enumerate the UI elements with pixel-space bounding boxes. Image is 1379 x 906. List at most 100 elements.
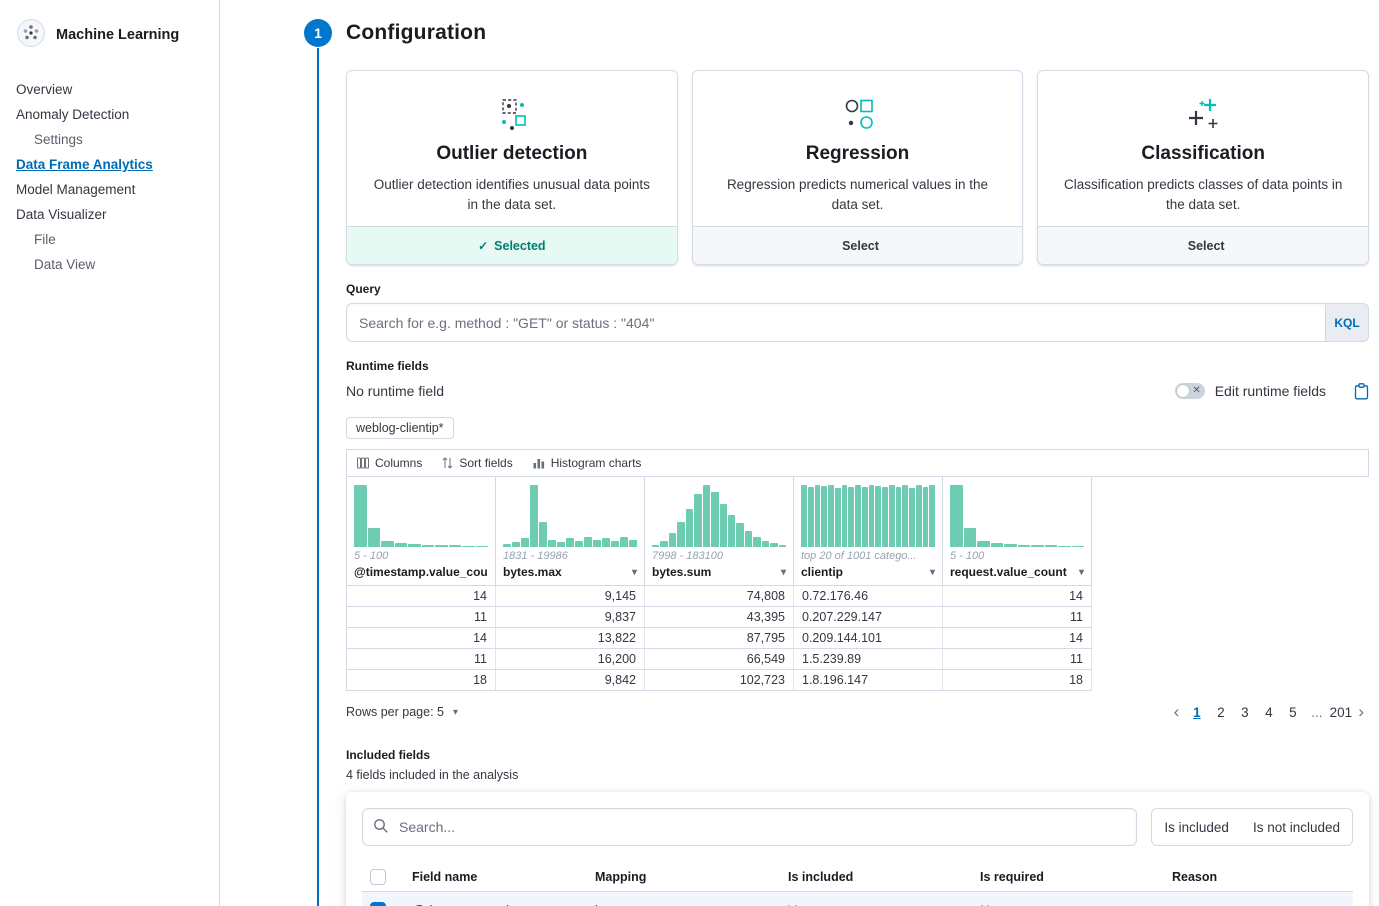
edit-runtime-fields-toggle[interactable]: ✕	[1175, 383, 1205, 399]
toggle-off-x-icon: ✕	[1192, 384, 1200, 398]
sidebar-item-overview[interactable]: Overview	[0, 77, 219, 102]
sidebar-item-model-management[interactable]: Model Management	[0, 177, 219, 202]
classification-card[interactable]: Classification Classification predicts c…	[1037, 70, 1369, 265]
card-select-button[interactable]: ✓Selected	[347, 226, 677, 264]
grid-cell: 1.8.196.147	[794, 670, 943, 690]
column-name-button[interactable]: @timestamp.value_cou▾	[354, 562, 488, 585]
sort-fields-button[interactable]: Sort fields	[442, 456, 512, 470]
kql-button[interactable]: KQL	[1325, 303, 1369, 342]
pagination-page-4[interactable]: 4	[1257, 700, 1280, 724]
chevron-down-icon: ▾	[930, 567, 935, 578]
grid-cell: 11	[347, 607, 496, 627]
grid-cell: 18	[943, 670, 1092, 690]
histogram-charts-button[interactable]: Histogram charts	[533, 456, 642, 470]
grid-cell: 43,395	[645, 607, 794, 627]
index-pattern-badge: weblog-clientip*	[346, 417, 454, 439]
outlier-detection-icon	[492, 95, 532, 135]
sort-icon	[442, 457, 453, 469]
page-title: Configuration	[346, 21, 1369, 45]
reason-header: Reason	[1172, 870, 1353, 884]
machine-learning-logo-icon	[16, 18, 46, 51]
column-name-button[interactable]: bytes.sum▾	[652, 562, 786, 585]
grid-cell: 16,200	[496, 649, 645, 669]
column-histogram	[652, 483, 786, 547]
pagination-page-3[interactable]: 3	[1233, 700, 1256, 724]
pagination-page-1[interactable]: 1	[1185, 700, 1208, 724]
search-icon	[373, 818, 389, 837]
grid-cell: 87,795	[645, 628, 794, 648]
grid-cell: 11	[347, 649, 496, 669]
column-name-button[interactable]: clientip▾	[801, 562, 935, 585]
select-all-checkbox[interactable]	[370, 869, 386, 885]
row-checkbox[interactable]	[370, 902, 386, 906]
grid-toolbar: Columns Sort fields Histogram charts	[346, 449, 1369, 477]
column-histogram	[354, 483, 488, 547]
sidebar-nav: OverviewAnomaly DetectionSettingsData Fr…	[0, 77, 219, 277]
sidebar-item-data-visualizer[interactable]: Data Visualizer	[0, 202, 219, 227]
app-title: Machine Learning	[56, 27, 179, 43]
grid-row: 189,842102,7231.8.196.14718	[347, 670, 1092, 691]
card-description: Regression predicts numerical values in …	[715, 175, 1001, 214]
edit-runtime-fields-label: Edit runtime fields	[1215, 383, 1326, 399]
grid-column-request-value-count: 5 - 100 request.value_count▾	[943, 477, 1092, 585]
grid-cell: 13,822	[496, 628, 645, 648]
pagination-next-button[interactable]: ›	[1353, 702, 1369, 722]
is-not-included-filter-button[interactable]: Is not included	[1241, 820, 1352, 835]
pagination-page-5[interactable]: 5	[1281, 700, 1304, 724]
grid-row: 149,14574,8080.72.176.4614	[347, 586, 1092, 607]
grid-cell: 14	[943, 628, 1092, 648]
clipboard-icon[interactable]	[1354, 383, 1369, 400]
step-number-badge: 1	[304, 19, 332, 47]
grid-cell: 14	[943, 586, 1092, 606]
columns-button[interactable]: Columns	[357, 456, 422, 470]
sidebar: Machine Learning OverviewAnomaly Detecti…	[0, 0, 220, 906]
mapping-cell: long	[595, 903, 788, 906]
runtime-fields-label: Runtime fields	[346, 359, 1369, 373]
card-title: Classification	[1060, 143, 1346, 165]
sidebar-item-data-frame-analytics[interactable]: Data Frame Analytics	[0, 152, 219, 177]
regression-icon	[715, 93, 1001, 137]
card-select-button[interactable]: Select	[693, 226, 1023, 264]
card-title: Outlier detection	[369, 143, 655, 165]
column-name-button[interactable]: request.value_count▾	[950, 562, 1084, 585]
column-histogram	[801, 483, 935, 547]
is-included-filter-button[interactable]: Is included	[1152, 820, 1241, 835]
grid-cell: 18	[347, 670, 496, 690]
pagination-page-201[interactable]: 201	[1329, 700, 1352, 724]
outlier-detection-card[interactable]: Outlier detection Outlier detection iden…	[346, 70, 678, 265]
grid-cell: 11	[943, 649, 1092, 669]
is-included-header: Is included	[788, 870, 980, 884]
analytics-type-cards: Outlier detection Outlier detection iden…	[346, 70, 1369, 265]
grid-cell: 0.72.176.46	[794, 586, 943, 606]
column-histogram	[950, 483, 1084, 547]
histogram-icon	[533, 457, 545, 469]
query-bar: KQL	[346, 303, 1369, 342]
card-select-button[interactable]: Select	[1038, 226, 1368, 264]
regression-card[interactable]: Regression Regression predicts numerical…	[692, 70, 1024, 265]
is-included-cell: Yes	[788, 903, 980, 906]
classification-icon	[1183, 95, 1223, 135]
grid-row: 119,83743,3950.207.229.14711	[347, 607, 1092, 628]
pagination-ellipsis: ...	[1305, 700, 1328, 724]
pagination-prev-button[interactable]: ‹	[1169, 702, 1185, 722]
included-fields-subtitle: 4 fields included in the analysis	[346, 768, 1369, 782]
field-row-timestamp-value-count: @timestamp.value_count long Yes No	[362, 892, 1353, 906]
grid-cell: 9,145	[496, 586, 645, 606]
sidebar-item-settings[interactable]: Settings	[0, 127, 219, 152]
field-filter-group: Is included Is not included	[1151, 808, 1353, 846]
chevron-down-icon: ▾	[781, 567, 786, 578]
card-title: Regression	[715, 143, 1001, 165]
column-range-label: 1831 - 19986	[503, 550, 637, 562]
grid-column-bytes-sum: 7998 - 183100 bytes.sum▾	[645, 477, 794, 585]
chevron-down-icon: ▾	[453, 707, 458, 718]
pagination-page-2[interactable]: 2	[1209, 700, 1232, 724]
sidebar-item-file[interactable]: File	[0, 227, 219, 252]
sidebar-item-data-view[interactable]: Data View	[0, 252, 219, 277]
field-name-cell: @timestamp.value_count	[412, 903, 595, 906]
rows-per-page-button[interactable]: Rows per page: 5▾	[346, 705, 458, 719]
column-name-button[interactable]: bytes.max▾	[503, 562, 637, 585]
sidebar-item-anomaly-detection[interactable]: Anomaly Detection	[0, 102, 219, 127]
fields-search-input[interactable]	[362, 808, 1137, 846]
query-search-input[interactable]	[346, 303, 1325, 342]
grid-cell: 14	[347, 628, 496, 648]
